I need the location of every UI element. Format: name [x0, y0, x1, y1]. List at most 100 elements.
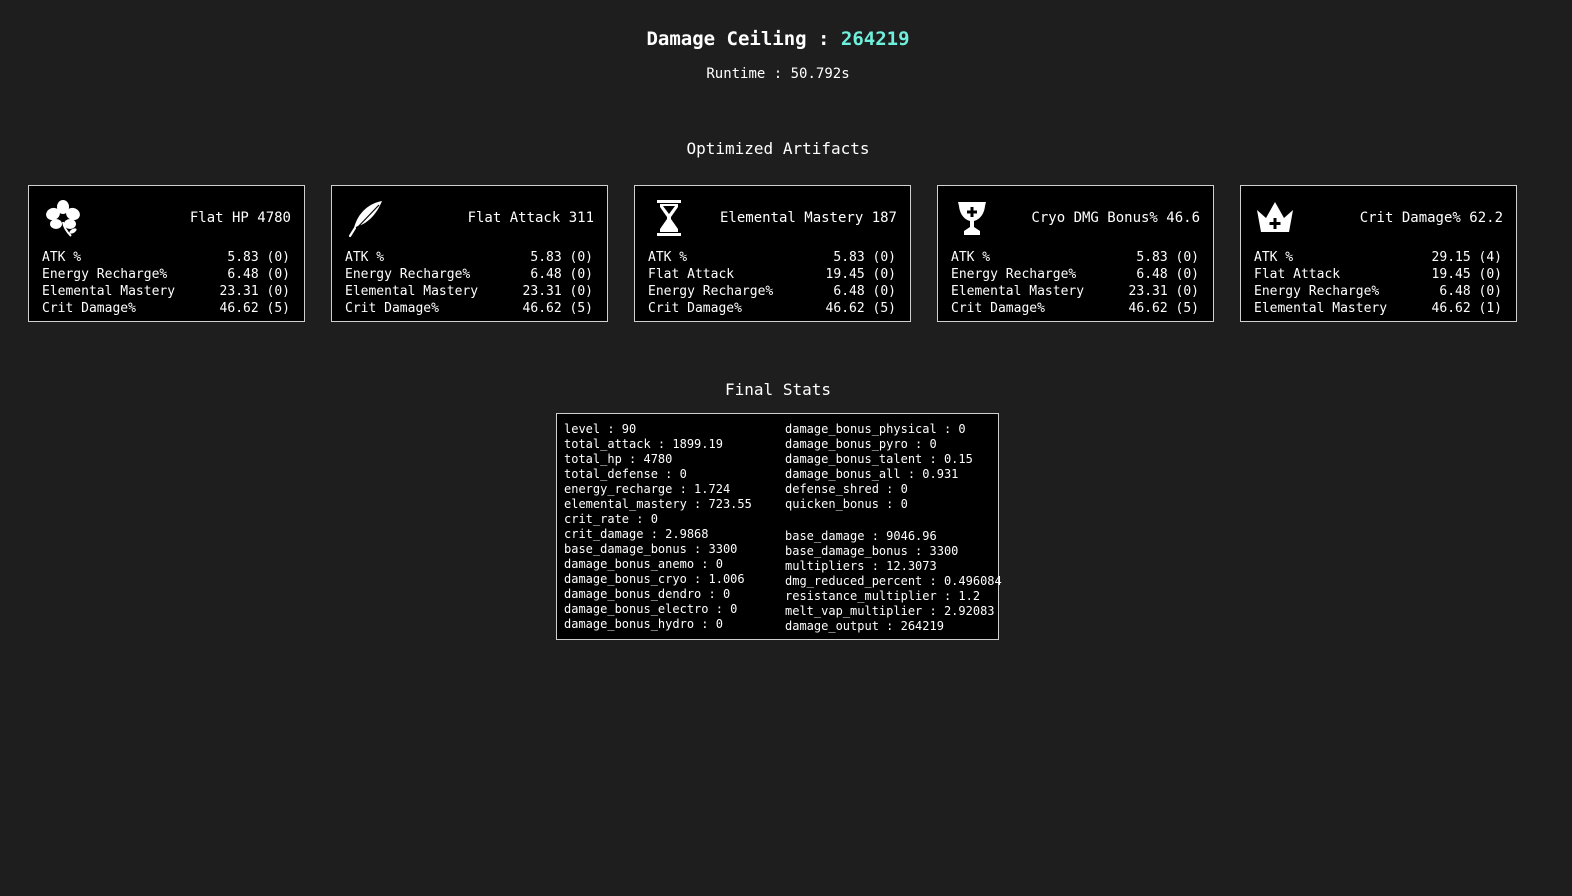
damage-ceiling-heading: Damage Ceiling : 264219: [0, 27, 1556, 51]
substat-row: ATK % 5.83 (0): [951, 249, 1199, 266]
damage-ceiling-label: Damage Ceiling :: [646, 28, 830, 50]
final-stats-right-column: damage_bonus_physical : 0 damage_bonus_p…: [785, 422, 1002, 634]
substat-row: Elemental Mastery 46.62 (1): [1254, 300, 1502, 317]
substat-row: Elemental Mastery 23.31 (0): [951, 283, 1199, 300]
substat-name: Energy Recharge%: [1254, 284, 1380, 299]
artifact-card-sands: Elemental Mastery 187 ATK % 5.83 (0) Flat…: [634, 185, 911, 322]
substat-name: Flat Attack: [1254, 267, 1341, 282]
stat-line: crit_damage : 2.9868: [564, 527, 709, 541]
substat-row: Energy Recharge% 6.48 (0): [42, 266, 290, 283]
artifact-card-flower: Flat HP 4780 ATK % 5.83 (0) Energy Rechar…: [28, 185, 305, 322]
stat-line: damage_bonus_hydro : 0: [564, 617, 723, 631]
substat-value: 29.15 (4): [1431, 250, 1502, 265]
artifact-card-circlet: Crit Damage% 62.2 ATK % 29.15 (4) Flat At…: [1240, 185, 1517, 322]
artifact-main-stat: Cryo DMG Bonus% 46.6: [1031, 210, 1200, 226]
substat-value: 6.48 (0): [833, 284, 896, 299]
stat-line: resistance_multiplier : 1.2: [785, 589, 981, 603]
stat-line: quicken_bonus : 0: [785, 497, 908, 511]
substat-name: ATK %: [345, 250, 385, 265]
stat-line: damage_bonus_physical : 0: [785, 422, 966, 436]
substat-value: 19.45 (0): [825, 267, 896, 282]
substat-name: Crit Damage%: [648, 301, 742, 316]
substat-name: Energy Recharge%: [951, 267, 1077, 282]
feather-icon: [345, 198, 387, 238]
artifact-main-stat: Crit Damage% 62.2: [1359, 210, 1503, 226]
substat-name: Flat Attack: [648, 267, 735, 282]
stat-line: total_hp : 4780: [564, 452, 673, 466]
artifact-substats: ATK % 5.83 (0) Energy Recharge% 6.48 (0) E…: [42, 249, 290, 317]
substat-value: 5.83 (0): [833, 250, 896, 265]
substat-row: Crit Damage% 46.62 (5): [648, 300, 896, 317]
stat-line: total_attack : 1899.19: [564, 437, 723, 451]
stat-line: damage_bonus_dendro : 0: [564, 587, 731, 601]
artifacts-row: Flat HP 4780 ATK % 5.83 (0) Energy Rechar…: [28, 185, 1517, 322]
substat-value: 46.62 (5): [825, 301, 896, 316]
hourglass-icon: [648, 198, 690, 238]
stat-line: total_defense : 0: [564, 467, 687, 481]
runtime-text: Runtime : 50.792s: [706, 66, 850, 82]
substat-name: Elemental Mastery: [42, 284, 176, 299]
stat-line: level : 90: [564, 422, 637, 436]
substat-value: 23.31 (0): [522, 284, 593, 299]
artifact-substats: ATK % 5.83 (0) Flat Attack 19.45 (0) Energ…: [648, 249, 896, 317]
substat-row: Crit Damage% 46.62 (5): [42, 300, 290, 317]
stat-line: base_damage_bonus : 3300: [785, 544, 959, 558]
substat-row: Flat Attack 19.45 (0): [1254, 266, 1502, 283]
substat-row: Energy Recharge% 6.48 (0): [951, 266, 1199, 283]
substat-row: ATK % 5.83 (0): [648, 249, 896, 266]
flower-icon: [42, 198, 84, 238]
substat-row: ATK % 5.83 (0): [42, 249, 290, 266]
substat-name: Elemental Mastery: [345, 284, 479, 299]
substat-row: ATK % 5.83 (0): [345, 249, 593, 266]
substat-value: 5.83 (0): [1136, 250, 1199, 265]
substat-name: Elemental Mastery: [1254, 301, 1388, 316]
artifact-card-plume: Flat Attack 311 ATK % 5.83 (0) Energy Rec…: [331, 185, 608, 322]
artifact-card-goblet: Cryo DMG Bonus% 46.6 ATK % 5.83 (0) Energ…: [937, 185, 1214, 322]
optimizer-results-page: Damage Ceiling : 264219 Runtime : 50.792…: [0, 0, 1572, 896]
stat-line: damage_output : 264219: [785, 619, 944, 633]
substat-name: Energy Recharge%: [42, 267, 168, 282]
stat-line: multipliers : 12.3073: [785, 559, 937, 573]
goblet-icon: [951, 198, 993, 238]
stat-line: base_damage : 9046.96: [785, 529, 937, 543]
substat-value: 46.62 (5): [1128, 301, 1199, 316]
stat-line: defense_shred : 0: [785, 482, 908, 496]
artifact-substats: ATK % 5.83 (0) Energy Recharge% 6.48 (0) E…: [951, 249, 1199, 317]
substat-row: Energy Recharge% 6.48 (0): [1254, 283, 1502, 300]
substat-name: ATK %: [648, 250, 688, 265]
stat-line: damage_bonus_pyro : 0: [785, 437, 937, 451]
artifact-substats: ATK % 5.83 (0) Energy Recharge% 6.48 (0) E…: [345, 249, 593, 317]
substat-row: Elemental Mastery 23.31 (0): [42, 283, 290, 300]
stat-line: melt_vap_multiplier : 2.92083: [785, 604, 995, 618]
substat-name: Crit Damage%: [42, 301, 136, 316]
final-stats-panel: level : 90 total_attack : 1899.19 total_…: [556, 413, 1002, 640]
stat-line: base_damage_bonus : 3300: [564, 542, 738, 556]
substat-name: ATK %: [42, 250, 82, 265]
substat-name: ATK %: [1254, 250, 1294, 265]
final-stats-title: Final Stats: [725, 380, 831, 399]
stat-line: elemental_mastery : 723.55: [564, 497, 752, 511]
stat-line: damage_bonus_anemo : 0: [564, 557, 723, 571]
crown-icon: [1254, 198, 1296, 238]
optimized-artifacts-title: Optimized Artifacts: [686, 139, 870, 158]
substat-value: 19.45 (0): [1431, 267, 1502, 282]
substat-value: 6.48 (0): [530, 267, 593, 282]
substat-name: Crit Damage%: [345, 301, 439, 316]
substat-name: Energy Recharge%: [648, 284, 774, 299]
stat-line: energy_recharge : 1.724: [564, 482, 731, 496]
substat-row: Crit Damage% 46.62 (5): [951, 300, 1199, 317]
substat-name: Crit Damage%: [951, 301, 1045, 316]
damage-ceiling-value: 264219: [840, 28, 910, 50]
substat-value: 6.48 (0): [227, 267, 290, 282]
substat-value: 6.48 (0): [1136, 267, 1199, 282]
final-stats-left-column: level : 90 total_attack : 1899.19 total_…: [564, 422, 752, 632]
stat-line: damage_bonus_cryo : 1.006: [564, 572, 745, 586]
substat-name: Elemental Mastery: [951, 284, 1085, 299]
substat-row: Flat Attack 19.45 (0): [648, 266, 896, 283]
stat-line: damage_bonus_all : 0.931: [785, 467, 959, 481]
substat-row: Energy Recharge% 6.48 (0): [345, 266, 593, 283]
substat-value: 23.31 (0): [1128, 284, 1199, 299]
substat-name: ATK %: [951, 250, 991, 265]
stat-spacer: [785, 512, 1002, 529]
substat-row: ATK % 29.15 (4): [1254, 249, 1502, 266]
